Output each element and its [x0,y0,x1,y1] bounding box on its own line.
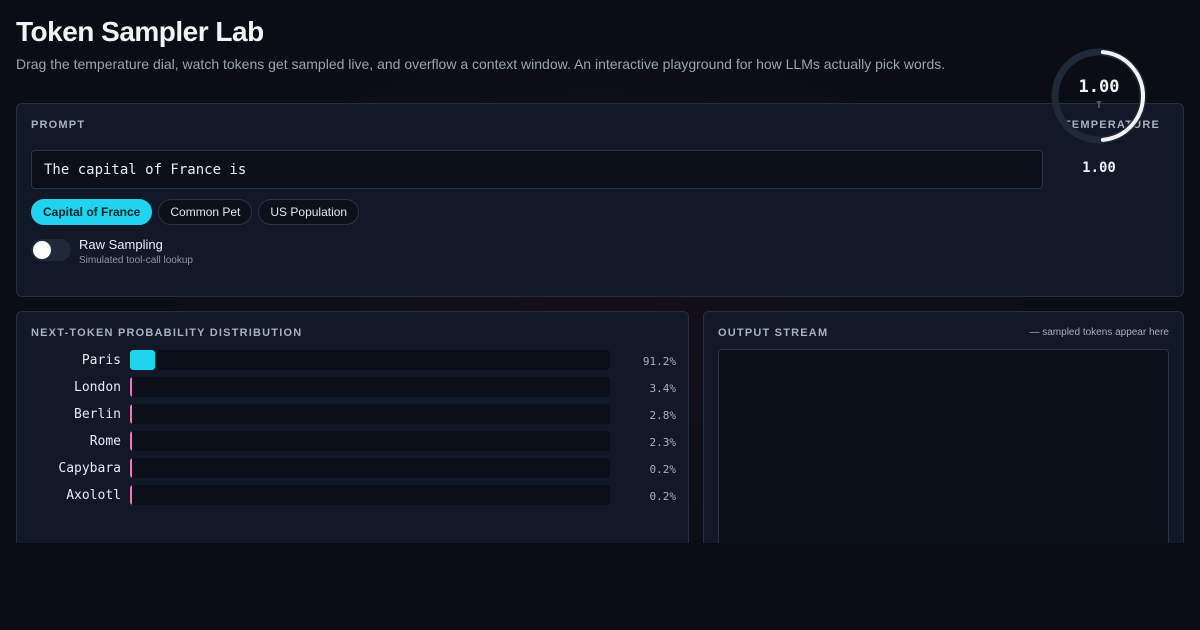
output-stream-box[interactable] [718,349,1169,559]
probability-value: 0.2% [649,463,677,476]
page-subtitle: Drag the temperature dial, watch tokens … [16,56,946,72]
token-label: Berlin [74,407,121,422]
probability-track [130,485,610,505]
probability-bar [130,485,132,505]
token-label: London [74,380,121,395]
token-label: Axolotl [66,488,121,503]
output-label: OUTPUT STREAM [718,327,829,339]
preset-chip[interactable]: US Population [258,199,360,225]
distribution-label: NEXT-TOKEN PROBABILITY DISTRIBUTION [31,327,303,339]
page-bottom [0,543,1200,630]
raw-sampling-row: Raw Sampling Simulated tool-call lookup [31,237,193,268]
prompt-input[interactable] [31,150,1043,189]
probability-track [130,377,610,397]
token-row: Paris 91.2% [31,349,676,376]
probability-value: 91.2% [642,355,676,368]
toggle-text: Raw Sampling Simulated tool-call lookup [79,237,193,268]
probability-bar [130,377,132,397]
token-row: London 3.4% [31,376,676,403]
probability-value: 2.8% [649,409,677,422]
output-panel: OUTPUT STREAM — sampled tokens appear he… [703,311,1184,559]
token-row: Rome 2.3% [31,430,676,457]
token-label: Rome [89,434,121,449]
token-label: Paris [81,353,121,368]
probability-value: 2.3% [649,436,677,449]
temperature-readout: 1.00 [1082,160,1116,176]
distribution-panel: NEXT-TOKEN PROBABILITY DISTRIBUTION Pari… [16,311,689,551]
preset-chips: Capital of France Common Pet US Population [31,199,360,225]
probability-track [130,404,610,424]
token-row: Berlin 2.8% [31,403,676,430]
probability-bar [130,350,155,370]
probability-bar [130,404,132,424]
distribution-rows: Paris 91.2% London 3.4% Berlin 2.8% Rome 2.3% Ca… [31,349,676,511]
preset-chip[interactable]: Common Pet [158,199,253,225]
token-label: Capybara [58,461,121,476]
toggle-subtitle: Simulated tool-call lookup [79,255,193,266]
raw-sampling-toggle[interactable] [31,239,71,261]
page-header: Token Sampler Lab Drag the temperature d… [16,14,1184,74]
temperature-dial[interactable]: 1.00 T [1049,46,1149,146]
prompt-label: PROMPT [31,119,86,131]
preset-chip[interactable]: Capital of France [31,199,153,225]
token-row: Capybara 0.2% [31,457,676,484]
dial-value: 1.00 [1078,77,1120,97]
output-hint: — sampled tokens appear here [1029,327,1169,338]
toggle-title: Raw Sampling [79,237,163,252]
prompt-panel: PROMPT Capital of FranceCommon PetUS Pop… [16,103,1184,297]
toggle-knob [33,241,51,259]
probability-bar [130,458,132,478]
dial-symbol: T [1096,101,1102,111]
token-row: Axolotl 0.2% [31,484,676,511]
probability-value: 0.2% [649,490,677,503]
probability-bar [130,431,132,451]
page-title: Token Sampler Lab [16,16,264,47]
probability-track [130,431,610,451]
probability-value: 3.4% [649,382,677,395]
probability-track [130,458,610,478]
probability-track [130,350,610,370]
